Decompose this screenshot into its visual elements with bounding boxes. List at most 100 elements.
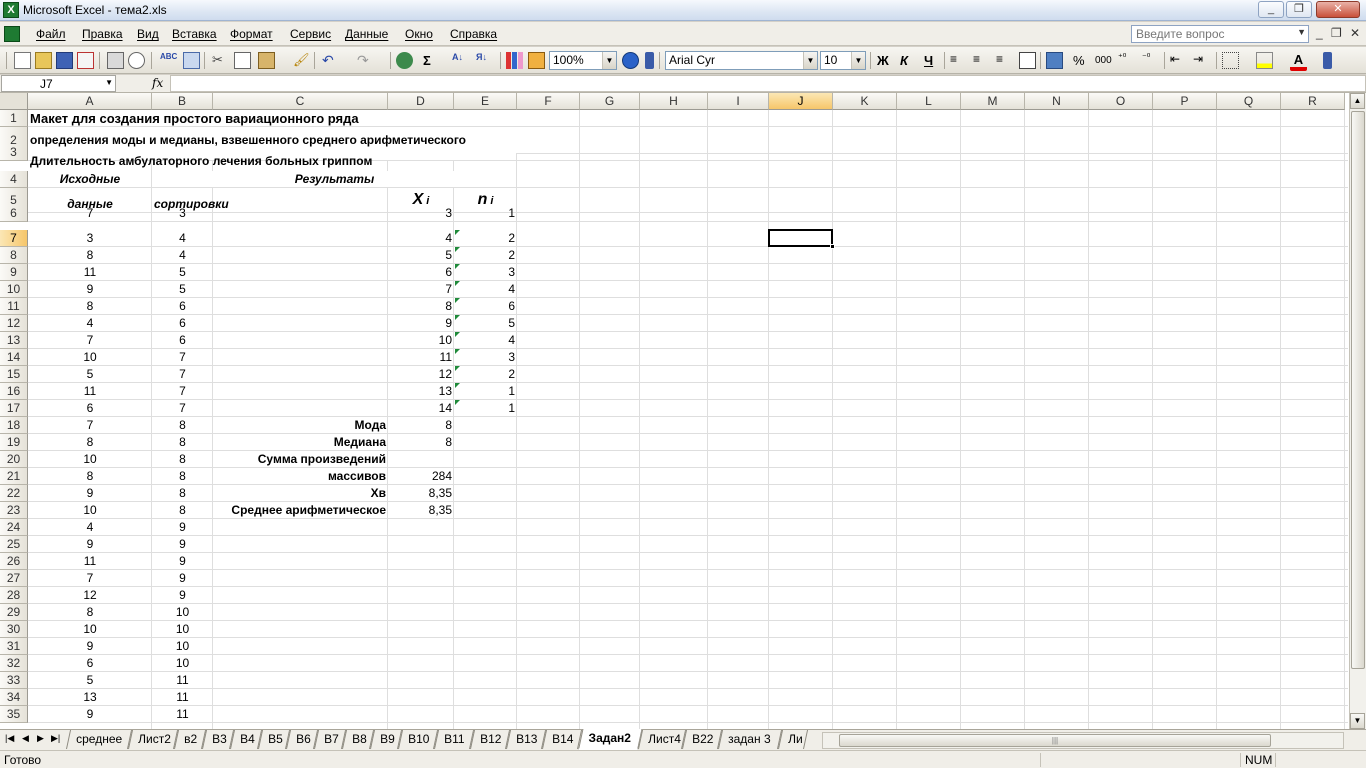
excel-doc-icon[interactable]: [4, 26, 20, 42]
row-header-1[interactable]: 1: [0, 110, 28, 127]
drawing-icon[interactable]: [528, 52, 545, 69]
column-header-M[interactable]: M: [961, 93, 1025, 110]
new-document-icon[interactable]: [14, 52, 31, 69]
row-header-6[interactable]: 6: [0, 205, 28, 222]
align-right-icon[interactable]: ≡: [996, 52, 1013, 69]
copy-icon[interactable]: [234, 52, 251, 69]
toolbar-options-icon[interactable]: [1323, 52, 1332, 69]
row-header-13[interactable]: 13: [0, 332, 28, 349]
column-header-N[interactable]: N: [1025, 93, 1089, 110]
align-center-icon[interactable]: ≡: [973, 52, 990, 69]
column-header-B[interactable]: B: [152, 93, 213, 110]
row-header-4[interactable]: 4: [0, 171, 28, 188]
merge-center-icon[interactable]: [1019, 52, 1036, 69]
fill-handle[interactable]: [830, 244, 835, 249]
restore-button[interactable]: ❐: [1286, 1, 1312, 18]
minimize-button[interactable]: _: [1258, 1, 1284, 18]
bold-button[interactable]: Ж: [877, 53, 889, 68]
sheet-tab-0[interactable]: среднее: [66, 730, 133, 749]
chevron-down-icon[interactable]: ▼: [803, 52, 817, 69]
menu-edit[interactable]: Правка: [82, 27, 123, 41]
save-icon[interactable]: [56, 52, 73, 69]
menu-help[interactable]: Справка: [450, 27, 497, 41]
row-header-28[interactable]: 28: [0, 587, 28, 604]
close-button[interactable]: ✕: [1316, 1, 1360, 18]
undo-icon[interactable]: ↶: [322, 52, 339, 69]
row-header-35[interactable]: 35: [0, 706, 28, 723]
sheet-tab-10[interactable]: В10: [398, 730, 439, 749]
permission-icon[interactable]: [77, 52, 94, 69]
column-header-K[interactable]: K: [833, 93, 897, 110]
column-header-D[interactable]: D: [388, 93, 454, 110]
help-icon[interactable]: [622, 52, 639, 69]
column-header-F[interactable]: F: [517, 93, 580, 110]
menu-file[interactable]: Файл: [36, 27, 66, 41]
chevron-down-icon[interactable]: ▼: [1297, 27, 1306, 37]
column-header-L[interactable]: L: [897, 93, 961, 110]
toolbar-options-icon[interactable]: [645, 52, 654, 69]
research-icon[interactable]: [183, 52, 200, 69]
vertical-scroll-thumb[interactable]: [1351, 111, 1365, 669]
sheet-tab-11[interactable]: В11: [434, 730, 475, 749]
select-all-corner[interactable]: [0, 93, 28, 110]
align-left-icon[interactable]: ≡: [950, 52, 967, 69]
worksheet-grid[interactable]: A B C D E F G H I J K L M N O P Q R 1 2 3 4 5 6 7 8 9 10 11 12 13 14 15 1…: [0, 93, 1349, 729]
sheet-tab-16[interactable]: Лист4: [638, 730, 687, 749]
increase-indent-icon[interactable]: ⇥: [1193, 52, 1210, 69]
increase-decimal-icon[interactable]: ⁺⁰: [1118, 52, 1135, 69]
column-header-R[interactable]: R: [1281, 93, 1345, 110]
row-header-23[interactable]: 23: [0, 502, 28, 519]
sheet-tab-12[interactable]: В12: [470, 730, 511, 749]
row-header-25[interactable]: 25: [0, 536, 28, 553]
chevron-down-icon[interactable]: ▼: [851, 52, 865, 69]
format-painter-icon[interactable]: 🖌: [293, 52, 310, 69]
column-header-H[interactable]: H: [640, 93, 708, 110]
sheet-tab-19[interactable]: Ли: [778, 730, 809, 749]
row-header-26[interactable]: 26: [0, 553, 28, 570]
redo-icon[interactable]: ↷: [357, 52, 374, 69]
menu-tools[interactable]: Сервис: [290, 27, 331, 41]
row-header-20[interactable]: 20: [0, 451, 28, 468]
column-header-O[interactable]: O: [1089, 93, 1153, 110]
underline-button[interactable]: Ч: [924, 53, 933, 68]
doc-close-button[interactable]: ✕: [1350, 26, 1360, 40]
menu-format[interactable]: Формат: [230, 27, 273, 41]
row-header-9[interactable]: 9: [0, 264, 28, 281]
column-header-I[interactable]: I: [708, 93, 769, 110]
chevron-down-icon[interactable]: ▼: [105, 78, 113, 87]
row-header-22[interactable]: 22: [0, 485, 28, 502]
sheet-tab-13[interactable]: В13: [506, 730, 547, 749]
print-preview-icon[interactable]: [128, 52, 145, 69]
sort-ascending-icon[interactable]: A↓: [452, 52, 469, 69]
doc-restore-button[interactable]: ❐: [1331, 26, 1342, 40]
prev-sheet-icon[interactable]: ◀: [22, 733, 29, 744]
spelling-icon[interactable]: ABC: [160, 52, 177, 69]
print-icon[interactable]: [107, 52, 124, 69]
next-sheet-icon[interactable]: ▶: [37, 733, 44, 744]
paste-icon[interactable]: [258, 52, 275, 69]
row-header-32[interactable]: 32: [0, 655, 28, 672]
autosum-icon[interactable]: Σ: [423, 53, 431, 68]
row-header-24[interactable]: 24: [0, 519, 28, 536]
font-color-icon[interactable]: A: [1290, 52, 1307, 71]
scroll-up-icon[interactable]: ▲: [1350, 93, 1365, 109]
column-header-J[interactable]: J: [769, 93, 833, 110]
font-size-select[interactable]: 10 ▼: [820, 51, 866, 70]
menu-insert[interactable]: Вставка: [172, 27, 217, 41]
column-header-Q[interactable]: Q: [1217, 93, 1281, 110]
column-header-C[interactable]: C: [213, 93, 388, 110]
sheet-tab-15[interactable]: Задан2: [578, 729, 643, 750]
italic-button[interactable]: К: [900, 53, 908, 68]
selected-cell-border[interactable]: [768, 229, 835, 249]
column-header-G[interactable]: G: [580, 93, 640, 110]
sheet-tab-14[interactable]: В14: [542, 730, 583, 749]
decrease-indent-icon[interactable]: ⇤: [1170, 52, 1187, 69]
menu-window[interactable]: Окно: [405, 27, 433, 41]
sheet-tab-4[interactable]: В4: [230, 730, 263, 749]
scroll-down-icon[interactable]: ▼: [1350, 713, 1365, 729]
row-header-3[interactable]: 3: [0, 144, 28, 161]
last-sheet-icon[interactable]: ▶|: [51, 733, 60, 744]
row-header-16[interactable]: 16: [0, 383, 28, 400]
row-header-7[interactable]: 7: [0, 230, 28, 247]
row-header-15[interactable]: 15: [0, 366, 28, 383]
